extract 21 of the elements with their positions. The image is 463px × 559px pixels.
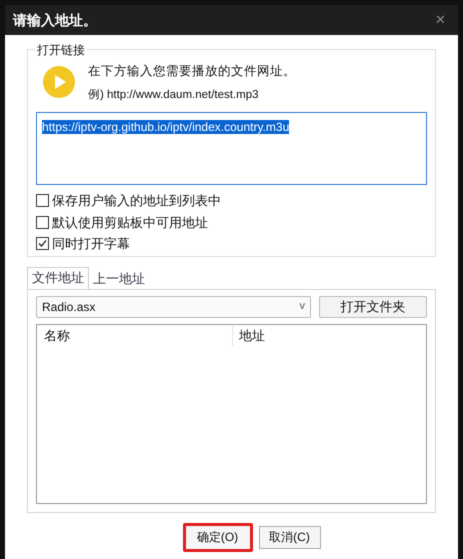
dialog-button[interactable]: 取消(C) [258, 526, 320, 548]
tab[interactable]: 上一地址 [89, 268, 149, 288]
url-field[interactable]: https://iptv-org.github.io/iptv/index.country.m3u [36, 112, 427, 185]
checkbox[interactable] [36, 237, 49, 250]
tab[interactable]: 文件地址 [27, 266, 89, 288]
play-icon [42, 65, 76, 99]
instruction-text: 在下方输入您需要播放的文件网址。 [88, 63, 296, 80]
option-label: 同时打开字幕 [52, 235, 130, 253]
group-title: 打开链接 [35, 41, 87, 59]
option-label: 保存用户输入的地址到列表中 [52, 192, 221, 210]
open-folder-button[interactable]: 打开文件夹 [319, 296, 427, 318]
column-header: 地址 [238, 327, 266, 346]
checkbox[interactable] [36, 194, 49, 208]
window-title: 请输入地址。 [13, 10, 97, 30]
file-dropdown[interactable]: Radio.asx v [36, 296, 311, 318]
checkbox[interactable] [36, 216, 49, 229]
column-header: 名称 [37, 326, 233, 346]
dialog-button[interactable]: 确定(O) [182, 522, 252, 552]
close-button[interactable]: ✕ [431, 10, 450, 30]
option-label: 默认使用剪贴板中可用地址 [52, 214, 208, 232]
example-text: 例) http://www.daum.net/test.mp3 [88, 88, 260, 103]
